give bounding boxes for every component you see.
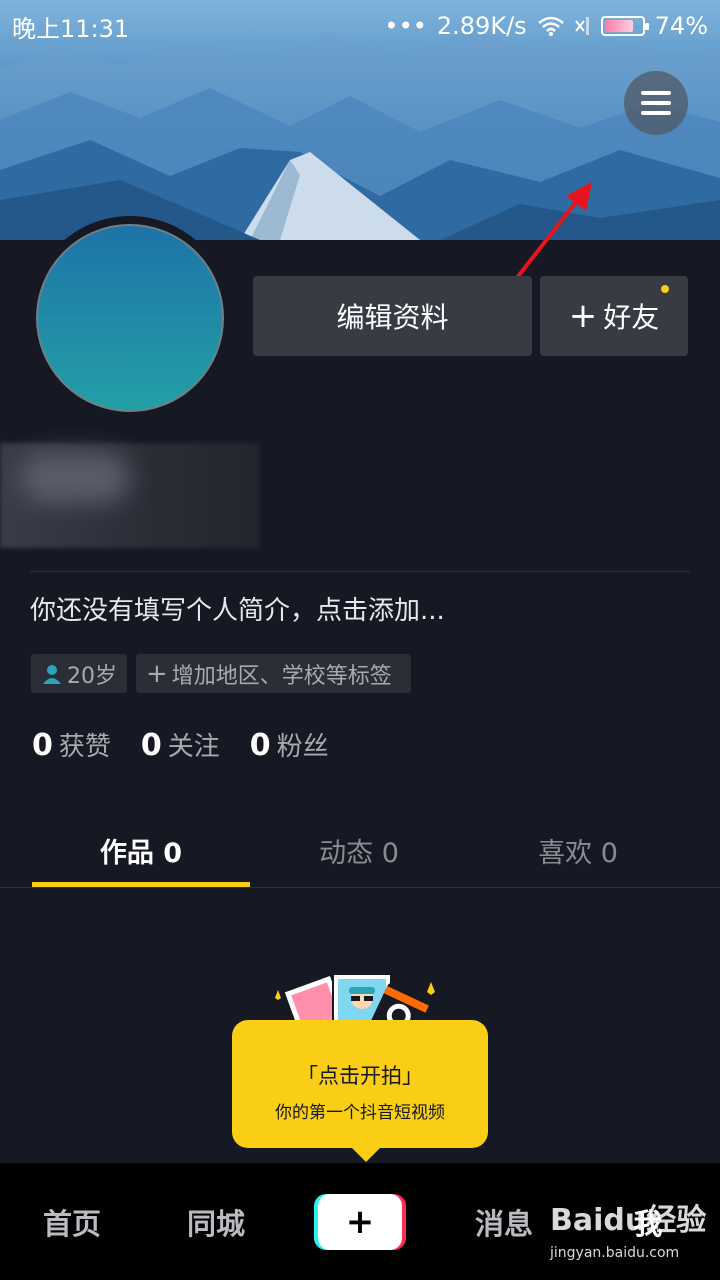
- plus-icon: +: [146, 658, 168, 689]
- following-stat[interactable]: 0 关注: [141, 726, 220, 763]
- content-tabs: 作品 0 动态 0 喜欢 0: [0, 812, 720, 888]
- nav-messages[interactable]: 消息: [454, 1163, 554, 1280]
- battery-icon: [600, 16, 649, 36]
- divider: [30, 571, 690, 572]
- watermark-url: jingyan.baidu.com: [550, 1245, 680, 1261]
- add-friend-button[interactable]: + 好友: [540, 276, 688, 356]
- likes-stat[interactable]: 0 获赞: [32, 726, 111, 763]
- following-count: 0: [140, 728, 162, 763]
- tab-likes[interactable]: 喜欢 0: [469, 812, 687, 888]
- likes-label: 获赞: [58, 732, 111, 762]
- battery-percent: 74%: [654, 12, 708, 40]
- age-label: 20岁: [67, 663, 117, 689]
- followers-count: 0: [249, 728, 271, 763]
- edit-profile-label: 编辑资料: [336, 301, 449, 334]
- notification-dot: [661, 285, 669, 293]
- age-tag[interactable]: 20岁: [31, 654, 127, 693]
- no-signal-icon: [574, 17, 589, 35]
- create-video-button[interactable]: +: [318, 1194, 402, 1250]
- promo-subtitle: 你的第一个抖音短视频: [275, 1102, 445, 1123]
- edit-profile-button[interactable]: 编辑资料: [253, 276, 532, 356]
- plus-icon: +: [568, 296, 598, 336]
- profile-stats: 0 获赞 0 关注 0 粉丝: [32, 726, 329, 763]
- tab-works[interactable]: 作品 0: [32, 812, 250, 888]
- menu-button[interactable]: [624, 71, 688, 135]
- status-bar: 晚上11:31 ••• 2.89K/s 74%: [0, 0, 720, 52]
- promo-title: 「点击开拍」: [297, 1063, 423, 1088]
- watermark-logo: Baidu经验: [550, 1203, 707, 1238]
- followers-label: 粉丝: [276, 732, 329, 762]
- blurred-username: [0, 443, 260, 548]
- avatar[interactable]: [36, 224, 224, 412]
- status-time: 晚上11:31: [12, 14, 130, 43]
- bio-text[interactable]: 你还没有填写个人简介，点击添加...: [30, 590, 445, 627]
- add-tag-button[interactable]: + 增加地区、学校等标签: [136, 654, 411, 693]
- following-label: 关注: [167, 732, 220, 762]
- likes-count: 0: [32, 728, 53, 763]
- menu-icon: [641, 91, 671, 95]
- plus-icon: +: [345, 1202, 375, 1242]
- start-shooting-prompt[interactable]: 「点击开拍」 你的第一个抖音短视频: [232, 1020, 488, 1162]
- followers-stat[interactable]: 0 粉丝: [250, 726, 329, 763]
- more-dots-icon: •••: [384, 12, 427, 40]
- add-friend-label: 好友: [603, 301, 660, 334]
- nav-nearby[interactable]: 同城: [166, 1163, 266, 1280]
- person-icon: [43, 664, 61, 684]
- active-tab-indicator: [32, 882, 250, 887]
- wifi-icon: [537, 16, 564, 36]
- tab-moments[interactable]: 动态 0: [250, 812, 468, 888]
- add-tag-label: 增加地区、学校等标签: [171, 663, 392, 689]
- nav-home[interactable]: 首页: [22, 1163, 122, 1280]
- baidu-watermark: Baidu经验 jingyan.baidu.com: [550, 1195, 720, 1270]
- network-speed: 2.89K/s: [436, 12, 527, 40]
